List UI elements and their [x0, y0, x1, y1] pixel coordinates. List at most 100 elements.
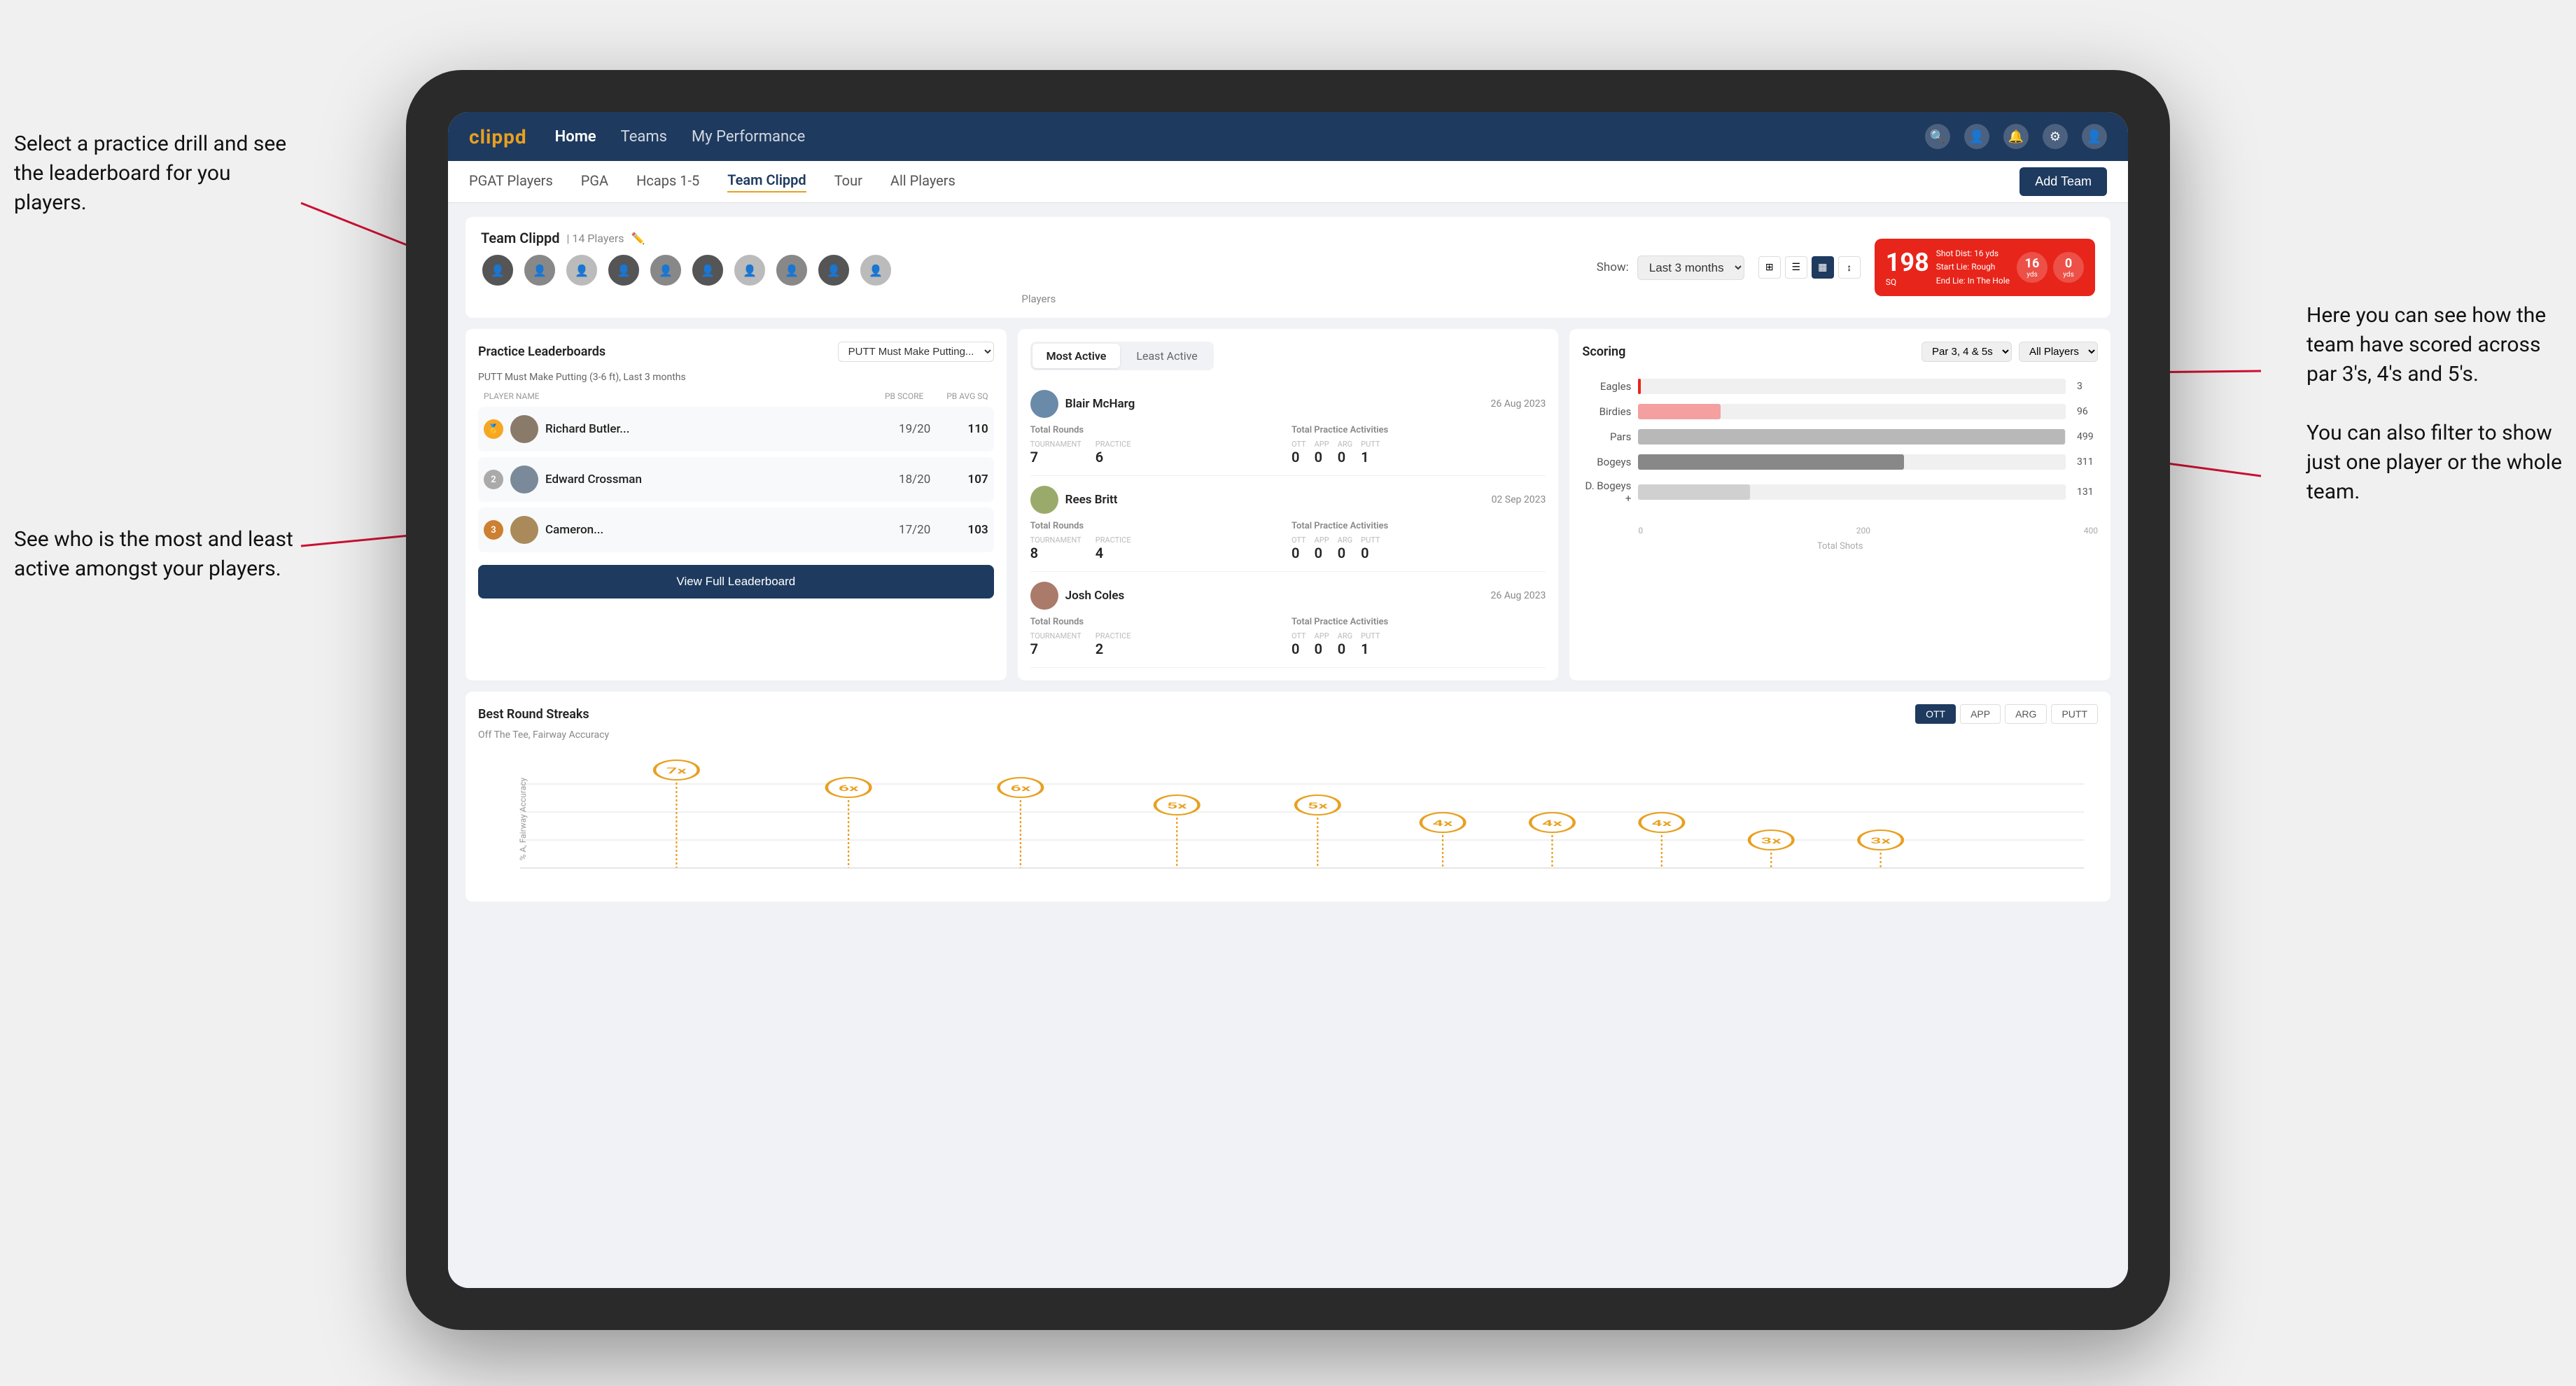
- player-avatar-4[interactable]: 👤: [607, 253, 640, 287]
- avatar-icon[interactable]: 👤: [2082, 124, 2107, 149]
- putt-val-3: 1: [1361, 640, 1380, 657]
- bar-row: Birdies96: [1582, 404, 2098, 419]
- subnav-all-players[interactable]: All Players: [890, 172, 955, 192]
- nav-home[interactable]: Home: [555, 128, 596, 146]
- show-controls: Show: Last 3 months: [1597, 255, 1744, 280]
- shot-end-lie: End Lie: In The Hole: [1936, 274, 2010, 288]
- players-filter-select[interactable]: All Players: [2019, 342, 2098, 362]
- bar-chart: Eagles3Birdies96Pars499Bogeys311D. Bogey…: [1582, 372, 2098, 522]
- streaks-panel: Best Round Streaks OTT APP ARG PUTT Off …: [465, 692, 2110, 902]
- tablet-screen: clippd Home Teams My Performance 🔍 👤 🔔 ⚙…: [448, 112, 2128, 1288]
- rank-badge-2: 2: [484, 470, 503, 489]
- subnav-tour[interactable]: Tour: [834, 172, 862, 192]
- streak-filter-arg[interactable]: ARG: [2005, 704, 2047, 724]
- pac-name-2: Rees Britt: [1065, 493, 1485, 507]
- leaderboard-row: 🥇 Richard Butler... 19/20 110: [478, 407, 994, 451]
- practice-leaderboards-panel: Practice Leaderboards PUTT Must Make Put…: [465, 329, 1007, 680]
- bar-fill: [1638, 404, 1720, 419]
- leaderboard-row: 3 Cameron... 17/20 103: [478, 507, 994, 552]
- ann1-line2: the leaderboard for you players.: [14, 159, 308, 218]
- settings-icon[interactable]: ⚙: [2043, 124, 2068, 149]
- add-team-button[interactable]: Add Team: [2019, 167, 2107, 196]
- total-rounds-label-1: Total Rounds: [1030, 425, 1284, 435]
- lb-name-2: Edward Crossman: [545, 472, 883, 486]
- subnav-pgat[interactable]: PGAT Players: [469, 172, 553, 192]
- arg-val-3: 0: [1338, 640, 1352, 657]
- subnav-pga[interactable]: PGA: [581, 172, 608, 192]
- pac-avatar-2: [1030, 486, 1058, 514]
- subnav-team-clippd[interactable]: Team Clippd: [727, 172, 806, 192]
- leaderboard-subtitle: PUTT Must Make Putting (3-6 ft), Last 3 …: [478, 372, 994, 383]
- player-avatar-9[interactable]: 👤: [817, 253, 850, 287]
- col-score: PB SCORE: [876, 391, 932, 401]
- nav-my-performance[interactable]: My Performance: [692, 128, 805, 146]
- pac-name-3: Josh Coles: [1065, 589, 1484, 603]
- most-active-tab[interactable]: Most Active: [1032, 344, 1121, 368]
- leaderboard-title: Practice Leaderboards: [478, 344, 606, 359]
- player-avatar-8[interactable]: 👤: [775, 253, 808, 287]
- grid-view-icon[interactable]: ⊞: [1758, 256, 1781, 279]
- nav-teams[interactable]: Teams: [621, 128, 667, 146]
- player-avatar-3[interactable]: 👤: [565, 253, 598, 287]
- ann3-line2: team have scored across: [2306, 330, 2562, 360]
- subnav-hcaps[interactable]: Hcaps 1-5: [636, 172, 699, 192]
- bell-icon[interactable]: 🔔: [2003, 124, 2029, 149]
- card-view-icon[interactable]: ▦: [1812, 256, 1834, 279]
- view-full-leaderboard-button[interactable]: View Full Leaderboard: [478, 565, 994, 598]
- svg-text:3x: 3x: [1870, 836, 1891, 846]
- search-icon[interactable]: 🔍: [1925, 124, 1950, 149]
- par-filter-select[interactable]: Par 3, 4 & 5s: [1921, 342, 2012, 362]
- bar-container: [1638, 404, 2066, 419]
- sort-icon[interactable]: ↕: [1838, 256, 1861, 279]
- team-name: Team Clippd: [481, 230, 559, 246]
- bar-value: 499: [2077, 431, 2098, 442]
- player-avatar-7[interactable]: 👤: [733, 253, 766, 287]
- app-val-3: 0: [1315, 640, 1329, 657]
- navbar: clippd Home Teams My Performance 🔍 👤 🔔 ⚙…: [448, 112, 2128, 161]
- player-avatar-1[interactable]: 👤: [481, 253, 514, 287]
- bar-row: Eagles3: [1582, 379, 2098, 394]
- tournament-val-3: 7: [1030, 640, 1082, 657]
- player-avatar-5[interactable]: 👤: [649, 253, 682, 287]
- user-icon[interactable]: 👤: [1964, 124, 1989, 149]
- player-avatar-10[interactable]: 👤: [859, 253, 892, 287]
- show-period-select[interactable]: Last 3 months: [1637, 255, 1744, 280]
- streak-filter-ott[interactable]: OTT: [1915, 704, 1956, 724]
- player-avatar-6[interactable]: 👤: [691, 253, 724, 287]
- streak-filter-app[interactable]: APP: [1960, 704, 2001, 724]
- pac-name-1: Blair McHarg: [1065, 397, 1484, 411]
- drill-select[interactable]: PUTT Must Make Putting...: [838, 342, 994, 362]
- tournament-val-2: 8: [1030, 545, 1082, 561]
- arg-val-2: 0: [1338, 545, 1352, 561]
- lb-avatar-2: [510, 465, 538, 493]
- activity-panel: Most Active Least Active Blair McHarg 26…: [1018, 329, 1559, 680]
- svg-text:4x: 4x: [1651, 819, 1672, 829]
- subnav-right: Add Team: [2019, 167, 2107, 196]
- player-avatar-2[interactable]: 👤: [523, 253, 556, 287]
- scoring-panel: Scoring Par 3, 4 & 5s All Players Ea: [1569, 329, 2110, 680]
- ann1-line1: Select a practice drill and see: [14, 130, 308, 159]
- app-val-2: 0: [1315, 545, 1329, 561]
- player-activity-card-1: Blair McHarg 26 Aug 2023 Total Rounds To…: [1030, 380, 1546, 476]
- streak-filter-putt[interactable]: PUTT: [2051, 704, 2098, 724]
- activity-header: Most Active Least Active: [1030, 342, 1546, 370]
- app-val-1: 0: [1315, 449, 1329, 465]
- svg-text:7x: 7x: [666, 766, 687, 776]
- lb-score-3: 17/20: [890, 523, 939, 537]
- svg-text:4x: 4x: [1542, 819, 1563, 829]
- total-rounds-label-2: Total Rounds: [1030, 521, 1284, 531]
- list-view-icon[interactable]: ☰: [1785, 256, 1807, 279]
- ann2-line1: See who is the most and least: [14, 525, 293, 554]
- edit-icon[interactable]: ✏️: [631, 232, 645, 245]
- pac-avatar-1: [1030, 390, 1058, 418]
- bar-value: 96: [2077, 406, 2098, 417]
- arg-val-1: 0: [1338, 449, 1352, 465]
- ott-val-2: 0: [1292, 545, 1306, 561]
- least-active-tab[interactable]: Least Active: [1122, 344, 1211, 368]
- streaks-subtitle: Off The Tee, Fairway Accuracy: [478, 729, 2098, 741]
- leaderboard-col-headers: PLAYER NAME PB SCORE PB AVG SQ: [478, 391, 994, 401]
- ann4-line2: just one player or the whole: [2306, 448, 2562, 477]
- bar-fill: [1638, 454, 1904, 470]
- bar-container: [1638, 484, 2066, 500]
- pac-header-3: Josh Coles 26 Aug 2023: [1030, 582, 1546, 610]
